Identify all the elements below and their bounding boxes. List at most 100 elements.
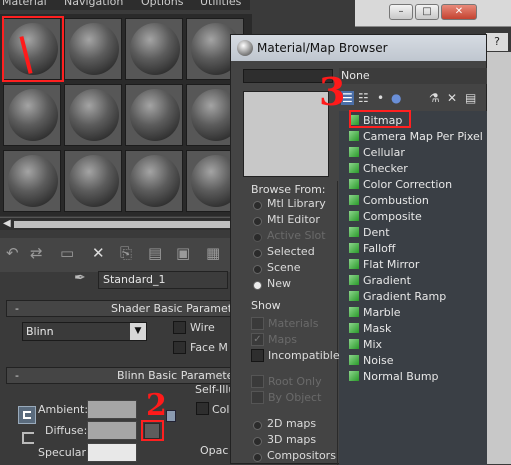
annotation-step-2: 2	[146, 388, 167, 423]
material-sphere	[69, 155, 119, 207]
sample-slot[interactable]	[125, 150, 183, 212]
selected-radio[interactable]	[253, 249, 262, 258]
list-item[interactable]: Mask	[349, 321, 391, 337]
update-scene-icon[interactable]: ⚗	[429, 91, 440, 105]
new-radio[interactable]	[253, 281, 262, 290]
face-map-checkbox[interactable]	[173, 341, 186, 354]
annotation-highlight-diffuse-map	[141, 420, 164, 441]
map-preview	[243, 91, 329, 177]
2d-maps-radio[interactable]	[253, 421, 262, 430]
list-item[interactable]: Gradient Ramp	[349, 289, 446, 305]
sample-slot[interactable]	[125, 18, 183, 80]
sample-slot[interactable]	[64, 84, 122, 146]
annotation-step-3: 3	[319, 69, 346, 114]
scene-label: Scene	[267, 261, 301, 274]
get-material-icon[interactable]: ↶	[6, 244, 19, 262]
lock-bracket-icon	[22, 432, 34, 444]
annotation-highlight-bitmap	[349, 110, 411, 128]
shader-basic-rollout-header[interactable]: - Shader Basic Parameters	[6, 300, 249, 317]
sample-slot[interactable]	[3, 84, 61, 146]
padlock-icon[interactable]	[166, 410, 176, 422]
menu-material[interactable]: Material	[2, 0, 47, 8]
incompatible-checkbox[interactable]	[251, 349, 264, 362]
map-type-icon	[349, 195, 359, 205]
minimize-button[interactable]: –	[389, 4, 413, 20]
by-object-label: By Object	[268, 391, 322, 404]
menu-utilities[interactable]: Utilities	[200, 0, 241, 8]
scene-radio[interactable]	[253, 265, 262, 274]
list-item[interactable]: Dent	[349, 225, 390, 241]
maximize-button[interactable]: □	[415, 4, 439, 20]
sample-slot[interactable]	[64, 18, 122, 80]
wire-label: Wire	[190, 321, 215, 334]
scroll-thumb[interactable]	[14, 221, 239, 228]
background-window-edge	[486, 52, 511, 464]
background-window-titlebar: – □ ✕	[355, 0, 511, 27]
list-item[interactable]: Noise	[349, 353, 394, 369]
sample-slot[interactable]	[3, 150, 61, 212]
list-item[interactable]: Flat Mirror	[349, 257, 419, 273]
compositors-radio[interactable]	[253, 453, 262, 462]
blinn-basic-rollout-header[interactable]: - Blinn Basic Parameters	[6, 367, 244, 384]
lock-ambient-diffuse-button[interactable]	[18, 406, 36, 424]
material-sphere	[130, 155, 180, 207]
list-item[interactable]: Mix	[349, 337, 382, 353]
list-item[interactable]: Falloff	[349, 241, 395, 257]
self-illum-color-checkbox[interactable]	[196, 402, 209, 415]
list-item[interactable]: Gradient	[349, 273, 411, 289]
3d-maps-radio[interactable]	[253, 437, 262, 446]
clear-library-icon[interactable]: ▤	[465, 91, 476, 105]
view-list-icons-icon[interactable]: ☷	[358, 91, 369, 105]
ambient-label: Ambient:	[38, 403, 89, 416]
help-button[interactable]: ?	[486, 33, 508, 51]
mtl-library-radio[interactable]	[253, 201, 262, 210]
scroll-left-icon[interactable]: ◀	[3, 218, 11, 229]
wire-checkbox[interactable]	[173, 321, 186, 334]
close-button[interactable]: ✕	[441, 4, 477, 20]
menu-options[interactable]: Options	[141, 0, 183, 8]
material-sphere	[130, 89, 180, 141]
self-illum-color-label: Col	[212, 403, 230, 416]
slots-horizontal-scrollbar[interactable]: ◀	[0, 217, 252, 230]
ambient-color-swatch[interactable]	[87, 400, 137, 419]
list-item[interactable]: Cellular	[349, 145, 405, 161]
list-item[interactable]: Camera Map Per Pixel	[349, 129, 483, 145]
make-unique-icon[interactable]: ⎘	[120, 244, 132, 262]
mtl-library-label: Mtl Library	[267, 197, 326, 210]
view-large-icons-icon[interactable]: ●	[391, 91, 401, 105]
shader-type-select[interactable]: Blinn ▼	[22, 322, 147, 341]
map-type-icon	[349, 211, 359, 221]
app-logo-icon	[237, 40, 253, 56]
map-type-icon	[349, 355, 359, 365]
show-map-icon[interactable]: ▦	[206, 244, 220, 262]
list-item[interactable]: Combustion	[349, 193, 429, 209]
material-name-field[interactable]: Standard_1	[98, 271, 228, 289]
list-item[interactable]: Composite	[349, 209, 422, 225]
selected-label: Selected	[267, 245, 315, 258]
eyedropper-icon[interactable]: ✒	[74, 270, 86, 286]
dialog-titlebar[interactable]: Material/Map Browser	[231, 35, 486, 61]
material-effects-icon[interactable]: ▣	[176, 244, 190, 262]
menu-navigation[interactable]: Navigation	[64, 0, 123, 8]
list-item[interactable]: Marble	[349, 305, 401, 321]
assign-icon[interactable]: ▭	[60, 244, 74, 262]
delete-icon[interactable]: ✕	[447, 91, 457, 105]
mtl-editor-radio[interactable]	[253, 217, 262, 226]
material-sphere	[8, 155, 58, 207]
diffuse-label: Diffuse:	[45, 424, 88, 437]
browse-from-title: Browse From:	[251, 183, 326, 196]
materials-label: Materials	[268, 317, 319, 330]
sample-slot[interactable]	[125, 84, 183, 146]
new-label: New	[267, 277, 291, 290]
view-small-icons-icon[interactable]: •	[377, 91, 384, 105]
put-library-icon[interactable]: ▤	[148, 244, 162, 262]
list-item[interactable]: Normal Bump	[349, 369, 439, 385]
sample-slot[interactable]	[64, 150, 122, 212]
specular-color-swatch[interactable]	[87, 443, 137, 462]
list-item[interactable]: Color Correction	[349, 177, 452, 193]
diffuse-color-swatch[interactable]	[87, 421, 137, 440]
reset-icon[interactable]: ✕	[92, 244, 105, 262]
root-only-label: Root Only	[268, 375, 322, 388]
list-item[interactable]: Checker	[349, 161, 408, 177]
put-to-scene-icon[interactable]: ⇄	[30, 244, 43, 262]
